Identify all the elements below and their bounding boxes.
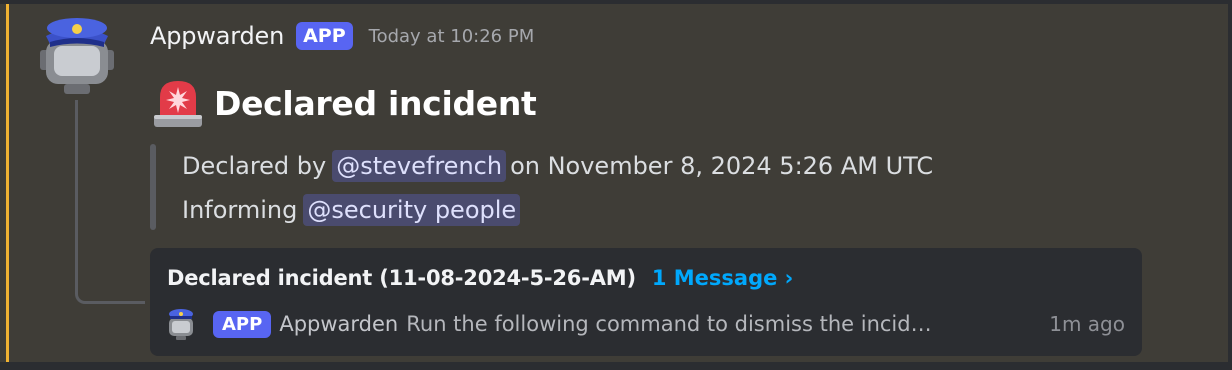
police-bot-icon[interactable] <box>38 14 116 98</box>
quote-bar <box>150 144 156 230</box>
thread-name[interactable]: Declared incident (11-08-2024-5-26-AM) <box>167 266 636 290</box>
preview-time: 1m ago <box>1049 312 1125 336</box>
thread-title-row: Declared incident (11-08-2024-5-26-AM) 1… <box>167 266 793 290</box>
informing-label: Informing <box>182 196 298 224</box>
message-timestamp[interactable]: Today at 10:26 PM <box>369 26 535 47</box>
thread-message-count-link[interactable]: 1 Message › <box>652 266 793 290</box>
chat-message: Appwarden APP Today at 10:26 PM Declared… <box>0 4 1228 362</box>
user-mention[interactable]: @stevefrench <box>332 150 507 182</box>
chat-frame: Appwarden APP Today at 10:26 PM Declared… <box>0 0 1232 370</box>
thread-connector-line <box>75 100 145 304</box>
app-badge: APP <box>296 22 353 50</box>
mention-highlight-bar <box>6 4 9 362</box>
quote-block: Declared by @stevefrench on November 8, … <box>150 144 933 232</box>
author-name[interactable]: Appwarden <box>150 22 284 50</box>
preview-text: Run the following command to dismiss the… <box>406 312 932 336</box>
declared-by-line: Declared by @stevefrench on November 8, … <box>182 144 933 188</box>
app-badge: APP <box>213 310 272 338</box>
informing-line: Informing @security people <box>182 188 933 232</box>
thread-last-message: APP Appwarden Run the following command … <box>167 308 1125 340</box>
message-header: Appwarden APP Today at 10:26 PM <box>150 18 534 54</box>
preview-author: Appwarden <box>279 312 399 336</box>
declared-by-label: Declared by <box>182 152 327 180</box>
siren-icon <box>150 75 206 131</box>
role-mention[interactable]: @security people <box>303 194 521 226</box>
declared-date: on November 8, 2024 5:26 AM UTC <box>510 152 934 180</box>
embed-title: Declared incident <box>214 83 537 123</box>
thread-preview-card[interactable]: Declared incident (11-08-2024-5-26-AM) 1… <box>150 248 1142 356</box>
quote-content: Declared by @stevefrench on November 8, … <box>182 144 933 232</box>
police-bot-icon <box>167 308 195 340</box>
embed-title-row: Declared incident <box>150 74 537 132</box>
